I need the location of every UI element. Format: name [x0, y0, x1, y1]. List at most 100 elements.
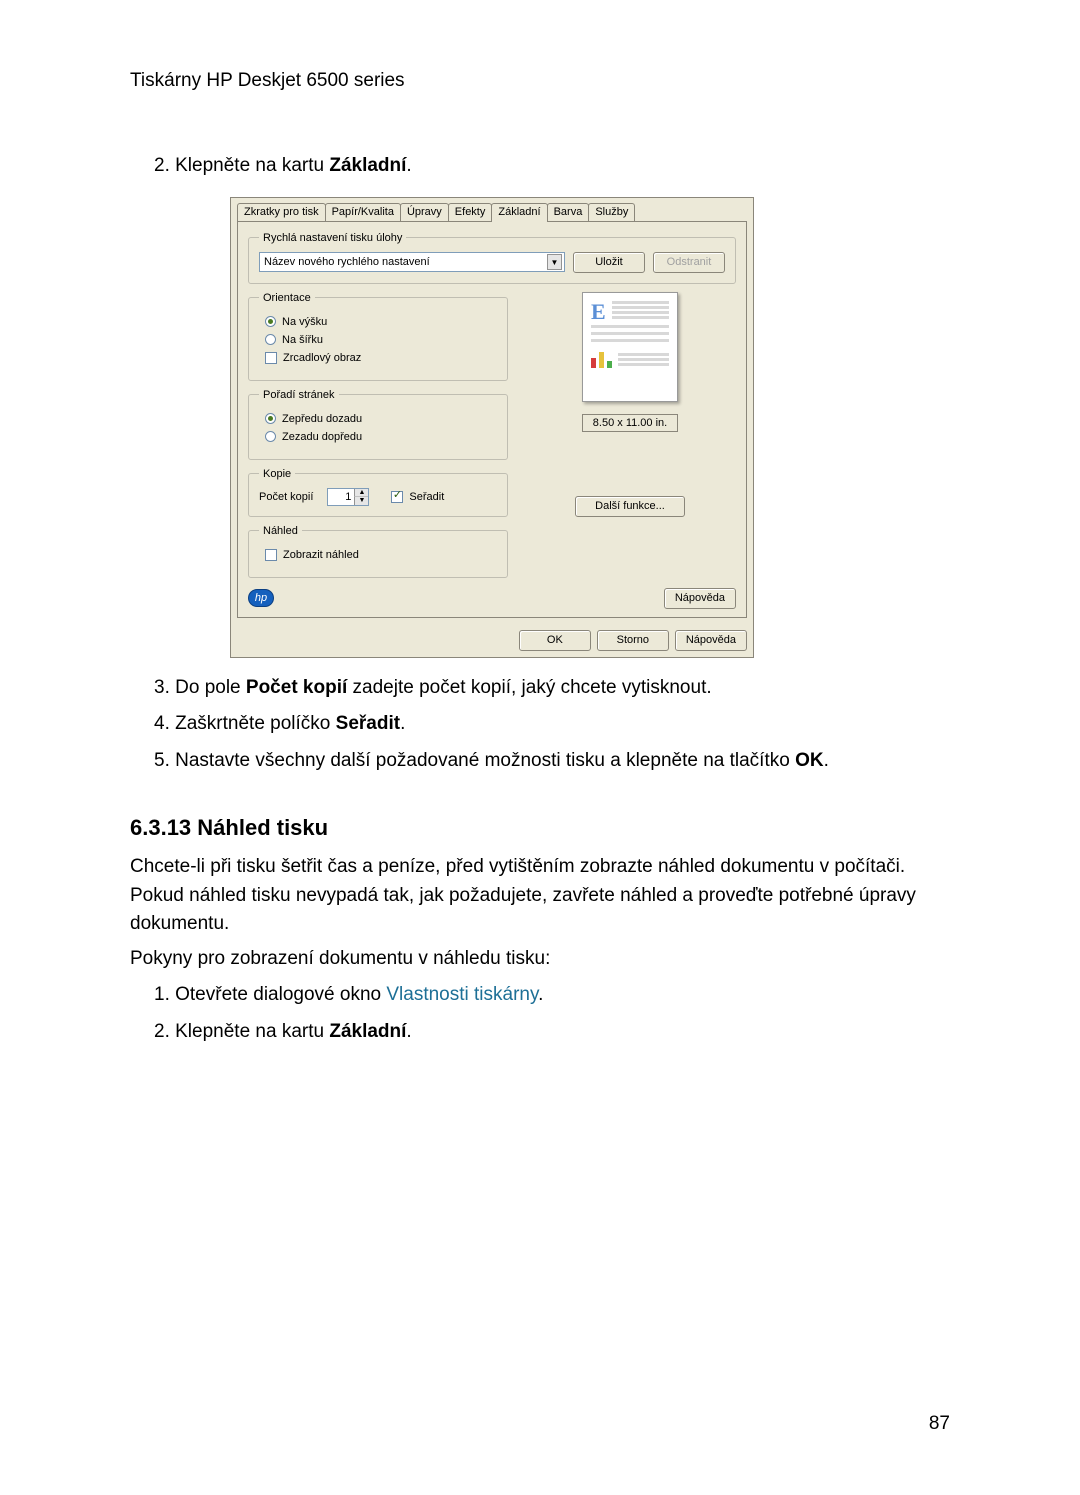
checkbox-icon — [391, 491, 403, 503]
radio-icon — [265, 431, 276, 442]
mirror-image-label: Zrcadlový obraz — [283, 352, 361, 364]
section-paragraph-1: Chcete-li při tisku šetřit čas a peníze,… — [130, 853, 950, 939]
radio-icon — [265, 316, 276, 327]
preview-group: Náhled Zobrazit náhled — [248, 525, 508, 578]
tab-basics[interactable]: Základní — [491, 203, 547, 222]
orientation-portrait-radio[interactable]: Na výšku — [265, 316, 497, 328]
page-order-group: Pořadí stránek Zepředu dozadu Zezadu dop… — [248, 389, 508, 460]
step-2a: 2. Klepněte na kartu Základní. — [154, 152, 950, 181]
page-order-front-radio[interactable]: Zepředu dozadu — [265, 413, 497, 425]
section-paragraph-2: Pokyny pro zobrazení dokumentu v náhledu… — [130, 945, 950, 974]
orientation-landscape-radio[interactable]: Na šířku — [265, 334, 497, 346]
delete-button: Odstranit — [653, 252, 725, 273]
quicksets-combo-text: Název nového rychlého nastavení — [264, 256, 430, 268]
tab-services[interactable]: Služby — [588, 203, 635, 221]
section-heading: 6.3.13 Náhled tisku — [130, 815, 950, 841]
copies-count-spinner[interactable]: ▲▼ — [327, 488, 369, 506]
step-bold: OK — [795, 750, 824, 771]
collate-checkbox[interactable]: Seřadit — [391, 491, 444, 503]
step-text: 4. Zaškrtněte políčko — [154, 713, 336, 734]
collate-label: Seřadit — [409, 491, 444, 503]
page-order-back-radio[interactable]: Zezadu dopředu — [265, 431, 497, 443]
tab-body: Rychlá nastavení tisku úlohy Název novéh… — [237, 221, 747, 618]
show-preview-checkbox[interactable]: Zobrazit náhled — [265, 549, 497, 561]
page-number: 87 — [929, 1413, 950, 1435]
quicksets-combo[interactable]: Název nového rychlého nastavení ▼ — [259, 252, 565, 272]
step-bold: Základní — [329, 1021, 406, 1042]
printer-properties-link[interactable]: Vlastnosti tiskárny — [386, 984, 538, 1005]
chevron-up-icon[interactable]: ▲ — [354, 489, 368, 497]
copies-group: Kopie Počet kopií ▲▼ Seřadit — [248, 468, 508, 517]
orientation-portrait-label: Na výšku — [282, 316, 327, 328]
step-text-post: . — [824, 750, 829, 771]
copies-count-label: Počet kopií — [259, 491, 313, 503]
copies-legend: Kopie — [259, 468, 295, 480]
step-text: 2. Klepněte na kartu — [154, 1021, 329, 1042]
step-text: 5. Nastavte všechny další požadované mož… — [154, 750, 795, 771]
document-title: Tiskárny HP Deskjet 6500 series — [130, 70, 950, 92]
two-column-area: Orientace Na výšku Na šířku — [248, 292, 736, 586]
checkbox-icon — [265, 352, 277, 364]
spinner-buttons[interactable]: ▲▼ — [354, 489, 368, 505]
cancel-button[interactable]: Storno — [597, 630, 669, 651]
page-order-front-label: Zepředu dozadu — [282, 413, 362, 425]
tab-color[interactable]: Barva — [547, 203, 590, 221]
orientation-landscape-label: Na šířku — [282, 334, 323, 346]
step-text: 1. Otevřete dialogové okno — [154, 984, 386, 1005]
tab-row: Zkratky pro tisk Papír/Kvalita Úpravy Ef… — [231, 198, 753, 221]
more-features-button[interactable]: Další funkce... — [575, 496, 685, 517]
step-5: 5. Nastavte všechny další požadované mož… — [154, 747, 950, 776]
page-order-back-label: Zezadu dopředu — [282, 431, 362, 443]
right-column: E — [524, 292, 736, 586]
tab-effects-upravy[interactable]: Úpravy — [400, 203, 449, 221]
tab-shortcuts[interactable]: Zkratky pro tisk — [237, 203, 326, 221]
orientation-legend: Orientace — [259, 292, 315, 304]
chevron-down-icon[interactable]: ▼ — [354, 497, 368, 505]
chevron-down-icon[interactable]: ▼ — [547, 254, 562, 270]
step-bold: Základní — [329, 155, 406, 176]
step-text-post: . — [400, 713, 405, 734]
checkbox-icon — [265, 549, 277, 561]
orientation-group: Orientace Na výšku Na šířku — [248, 292, 508, 381]
step-3: 3. Do pole Počet kopií zadejte počet kop… — [154, 674, 950, 703]
printer-properties-dialog: Zkratky pro tisk Papír/Kvalita Úpravy Ef… — [230, 197, 754, 658]
tab-paper-quality[interactable]: Papír/Kvalita — [325, 203, 401, 221]
copies-row: Počet kopií ▲▼ Seřadit — [259, 488, 497, 506]
ok-button[interactable]: OK — [519, 630, 591, 651]
inner-help-button[interactable]: Nápověda — [664, 588, 736, 609]
page-order-legend: Pořadí stránek — [259, 389, 339, 401]
step-bold: Seřadit — [336, 713, 400, 734]
paper-size-readout: 8.50 x 11.00 in. — [582, 414, 678, 432]
step-text-post: zadejte počet kopií, jaký chcete vytiskn… — [347, 677, 711, 698]
step-text-post: . — [406, 1021, 411, 1042]
preview-legend: Náhled — [259, 525, 302, 537]
page-preview-thumbnail: E — [582, 292, 678, 402]
step-b1: 1. Otevřete dialogové okno Vlastnosti ti… — [154, 981, 950, 1010]
quicksets-row: Název nového rychlého nastavení ▼ Uložit… — [259, 252, 725, 273]
mirror-image-checkbox[interactable]: Zrcadlový obraz — [265, 352, 497, 364]
preview-letter-icon: E — [591, 301, 606, 323]
copies-count-input[interactable] — [328, 489, 354, 505]
show-preview-label: Zobrazit náhled — [283, 549, 359, 561]
dialog-button-row: OK Storno Nápověda — [231, 624, 753, 657]
left-column: Orientace Na výšku Na šířku — [248, 292, 508, 586]
quicksets-legend: Rychlá nastavení tisku úlohy — [259, 232, 406, 244]
step-text: 2. Klepněte na kartu — [154, 155, 329, 176]
step-text-post: . — [406, 155, 411, 176]
step-b2: 2. Klepněte na kartu Základní. — [154, 1018, 950, 1047]
step-text-post: . — [538, 984, 543, 1005]
step-bold: Počet kopií — [246, 677, 347, 698]
inner-footer-row: hp Nápověda — [248, 586, 736, 609]
tab-efekty[interactable]: Efekty — [448, 203, 493, 221]
hp-logo-icon: hp — [248, 589, 274, 607]
page: Tiskárny HP Deskjet 6500 series 2. Klepn… — [0, 0, 1080, 1495]
quicksets-group: Rychlá nastavení tisku úlohy Název novéh… — [248, 232, 736, 284]
printer-properties-dialog-wrap: Zkratky pro tisk Papír/Kvalita Úpravy Ef… — [230, 197, 754, 658]
radio-icon — [265, 334, 276, 345]
save-button[interactable]: Uložit — [573, 252, 645, 273]
preview-bar-icon — [591, 350, 612, 368]
step-4: 4. Zaškrtněte políčko Seřadit. — [154, 710, 950, 739]
help-button[interactable]: Nápověda — [675, 630, 747, 651]
step-text: 3. Do pole — [154, 677, 246, 698]
radio-icon — [265, 413, 276, 424]
